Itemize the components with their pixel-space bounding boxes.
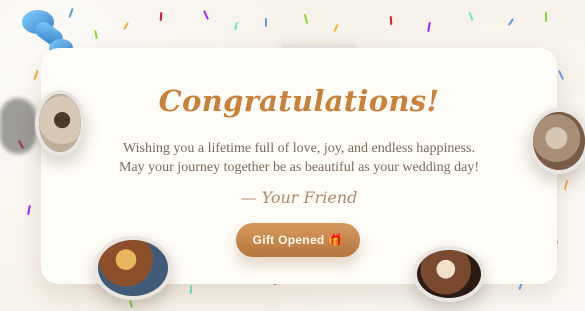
photo-bottom-right xyxy=(413,246,485,302)
background: Congratulations! Wishing you a lifetime … xyxy=(0,0,585,311)
edge-shadow xyxy=(0,98,36,154)
confetti-piece xyxy=(507,18,515,26)
confetti-piece xyxy=(545,12,547,22)
confetti-piece xyxy=(389,15,393,26)
card-message: Wishing you a lifetime full of love, joy… xyxy=(118,141,479,175)
confetti-piece xyxy=(265,18,267,27)
confetti-piece xyxy=(333,23,339,33)
photo-left xyxy=(35,90,85,156)
confetti-piece xyxy=(557,70,565,80)
confetti-piece xyxy=(27,204,31,216)
confetti-piece xyxy=(233,21,239,31)
confetti-piece xyxy=(33,69,39,81)
confetti-piece xyxy=(159,11,163,22)
photo-right xyxy=(529,108,585,174)
confetti-piece xyxy=(563,179,569,191)
confetti-piece xyxy=(94,29,98,40)
confetti-piece xyxy=(303,13,309,25)
confetti-piece xyxy=(68,7,74,19)
gift-opened-button[interactable]: Gift Opened 🎁 xyxy=(236,223,360,257)
confetti-piece xyxy=(189,284,193,295)
card-signature: — Your Friend xyxy=(240,188,358,207)
confetti-piece xyxy=(123,22,129,30)
confetti-piece xyxy=(128,299,133,309)
confetti-piece xyxy=(427,21,431,33)
confetti-piece xyxy=(202,10,210,20)
card-title: Congratulations! xyxy=(158,84,440,118)
confetti-piece xyxy=(468,11,474,22)
photo-bottom-left xyxy=(94,236,172,300)
